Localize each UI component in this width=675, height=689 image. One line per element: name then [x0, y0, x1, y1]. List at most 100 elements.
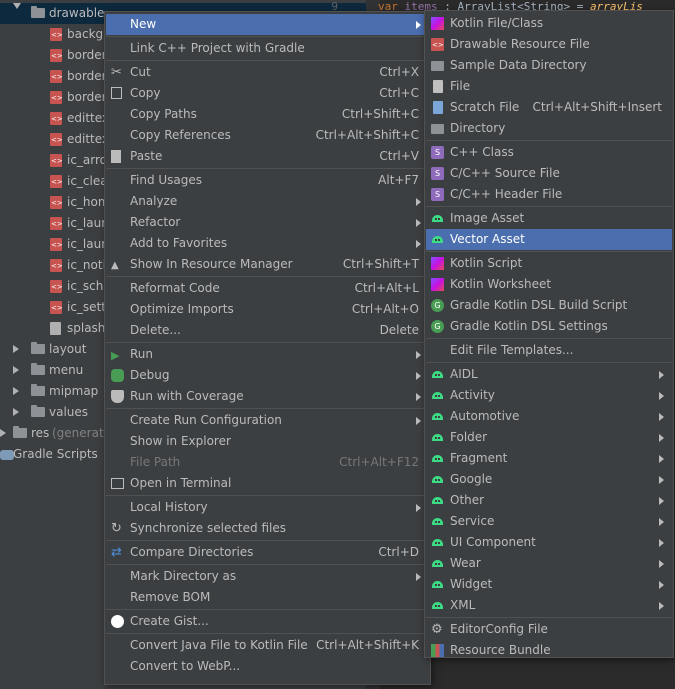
xml-file-icon: [50, 25, 63, 46]
expand-arrow-icon[interactable]: [13, 3, 21, 9]
menu-item-analyze[interactable]: Analyze: [106, 191, 429, 212]
menu-item-scratch-file[interactable]: Scratch File Ctrl+Alt+Shift+Insert: [426, 97, 672, 118]
gradle-icon: G: [431, 320, 444, 333]
expand-arrow-icon[interactable]: [0, 429, 6, 437]
folder-icon: [31, 405, 45, 417]
menu-item-gradle-kotlin-dsl-settings[interactable]: G Gradle Kotlin DSL Settings: [426, 316, 672, 337]
android-icon: [431, 213, 444, 222]
menu-item-run-with-coverage[interactable]: Run with Coverage: [106, 386, 429, 407]
resource-bundle-icon: [431, 644, 444, 657]
menu-item-add-to-favorites[interactable]: Add to Favorites: [106, 233, 429, 254]
menu-item-xml[interactable]: XML: [426, 595, 672, 616]
menu-item-new[interactable]: New: [106, 14, 429, 35]
submenu-arrow-icon: [416, 21, 421, 29]
menu-item-label: Folder: [450, 430, 488, 444]
menu-item-synchronize-selected-files[interactable]: ↻ Synchronize selected files: [106, 518, 429, 539]
submenu-arrow-icon: [659, 518, 664, 526]
menu-item-find-usages[interactable]: Find Usages Alt+F7: [106, 170, 429, 191]
menu-item-label: Reformat Code: [130, 281, 220, 295]
submenu-arrow-icon: [416, 198, 421, 206]
menu-item-optimize-imports[interactable]: Optimize Imports Ctrl+Alt+O: [106, 299, 429, 320]
menu-item-debug[interactable]: Debug: [106, 365, 429, 386]
xml-file-icon: [50, 256, 63, 277]
menu-item-file[interactable]: File: [426, 76, 672, 97]
xml-file-icon: [50, 109, 63, 130]
new-submenu: Kotlin File/Class Drawable Resource File S…: [424, 10, 674, 658]
menu-item-reformat-code[interactable]: Reformat Code Ctrl+Alt+L: [106, 278, 429, 299]
menu-item-kotlin-script[interactable]: Kotlin Script: [426, 253, 672, 274]
menu-item-directory[interactable]: Directory: [426, 118, 672, 139]
expand-arrow-icon[interactable]: [13, 366, 19, 374]
menu-item-other[interactable]: Other: [426, 490, 672, 511]
menu-item-c-c-header-file[interactable]: S C/C++ Header File: [426, 184, 672, 205]
xml-file-icon: [50, 46, 63, 67]
menu-item-shortcut: Ctrl+Alt+Shift+K: [316, 638, 419, 652]
menu-item-c-c-source-file[interactable]: S C/C++ Source File: [426, 163, 672, 184]
menu-item-google[interactable]: Google: [426, 469, 672, 490]
menu-item-kotlin-worksheet[interactable]: Kotlin Worksheet: [426, 274, 672, 295]
menu-item-fragment[interactable]: Fragment: [426, 448, 672, 469]
menu-item-folder[interactable]: Folder: [426, 427, 672, 448]
menu-item-widget[interactable]: Widget: [426, 574, 672, 595]
menu-item-sample-data-directory[interactable]: Sample Data Directory: [426, 55, 672, 76]
menu-item-create-gist[interactable]: Create Gist...: [106, 611, 429, 632]
menu-item-wear[interactable]: Wear: [426, 553, 672, 574]
tree-label: mipmap: [49, 384, 99, 398]
expand-arrow-icon[interactable]: [13, 408, 19, 416]
menu-item-ui-component[interactable]: UI Component: [426, 532, 672, 553]
menu-item-copy-references[interactable]: Copy References Ctrl+Alt+Shift+C: [106, 125, 429, 146]
android-icon: [431, 234, 444, 243]
menu-item-remove-bom[interactable]: Remove BOM: [106, 587, 429, 608]
menu-item-show-in-explorer[interactable]: Show in Explorer: [106, 431, 429, 452]
menu-item-show-in-resource-manager[interactable]: ▲ Show In Resource Manager Ctrl+Shift+T: [106, 254, 429, 275]
menu-item-edit-file-templates[interactable]: Edit File Templates...: [426, 340, 672, 361]
menu-item-compare-directories[interactable]: ⇄ Compare Directories Ctrl+D: [106, 542, 429, 563]
menu-item-label: Gradle Kotlin DSL Build Script: [450, 298, 628, 312]
menu-item-editorconfig-file[interactable]: ⚙ EditorConfig File: [426, 619, 672, 640]
menu-item-resource-bundle[interactable]: Resource Bundle: [426, 640, 672, 661]
menu-item-shortcut: Ctrl+Alt+Shift+Insert: [532, 100, 662, 114]
menu-item-vector-asset[interactable]: Vector Asset: [426, 229, 672, 250]
menu-item-automotive[interactable]: Automotive: [426, 406, 672, 427]
cpp-icon: S: [431, 188, 444, 201]
menu-item-kotlin-file-class[interactable]: Kotlin File/Class: [426, 13, 672, 34]
menu-item-delete[interactable]: Delete... Delete: [106, 320, 429, 341]
android-icon: [431, 453, 444, 462]
menu-item-aidl[interactable]: AIDL: [426, 364, 672, 385]
github-icon: [111, 615, 124, 628]
tree-label: drawable: [49, 6, 105, 20]
menu-separator: [426, 251, 672, 252]
menu-item-image-asset[interactable]: Image Asset: [426, 208, 672, 229]
cpp-icon: S: [431, 146, 444, 159]
menu-item-convert-java-file-to-kotlin-file[interactable]: Convert Java File to Kotlin File Ctrl+Alt…: [106, 635, 429, 656]
submenu-arrow-icon: [659, 497, 664, 505]
menu-item-local-history[interactable]: Local History: [106, 497, 429, 518]
menu-item-run[interactable]: ▶ Run: [106, 344, 429, 365]
expand-arrow-icon[interactable]: [13, 387, 19, 395]
menu-item-open-in-terminal[interactable]: Open in Terminal: [106, 473, 429, 494]
menu-item-c-class[interactable]: S C++ Class: [426, 142, 672, 163]
menu-item-label: Scratch File: [450, 100, 520, 114]
menu-item-drawable-resource-file[interactable]: Drawable Resource File: [426, 34, 672, 56]
menu-item-mark-directory-as[interactable]: Mark Directory as: [106, 566, 429, 587]
tree-label: ic_laun: [67, 216, 109, 230]
menu-item-link-c-project-with-gradle[interactable]: Link C++ Project with Gradle: [106, 38, 429, 59]
menu-item-refactor[interactable]: Refactor: [106, 212, 429, 233]
scratch-file-icon: [433, 101, 443, 114]
folder-icon: [431, 61, 444, 71]
menu-item-file-path: File Path Ctrl+Alt+F12: [106, 452, 429, 473]
compare-icon: ⇄: [111, 545, 122, 560]
menu-item-copy-paths[interactable]: Copy Paths Ctrl+Shift+C: [106, 104, 429, 125]
menu-item-convert-to-webp[interactable]: Convert to WebP...: [106, 656, 429, 677]
menu-item-cut[interactable]: ✂ Cut Ctrl+X: [106, 62, 429, 83]
expand-arrow-icon[interactable]: [13, 345, 19, 353]
menu-item-create-run-configuration[interactable]: Create Run Configuration: [106, 410, 429, 431]
menu-item-activity[interactable]: Activity: [426, 385, 672, 406]
menu-item-label: Add to Favorites: [130, 236, 228, 250]
menu-item-label: Delete...: [130, 323, 181, 337]
menu-item-gradle-kotlin-dsl-build-script[interactable]: G Gradle Kotlin DSL Build Script: [426, 295, 672, 316]
menu-item-copy[interactable]: Copy Ctrl+C: [106, 83, 429, 104]
menu-item-service[interactable]: Service: [426, 511, 672, 532]
menu-item-label: Show in Explorer: [130, 434, 231, 448]
menu-item-paste[interactable]: Paste Ctrl+V: [106, 146, 429, 167]
